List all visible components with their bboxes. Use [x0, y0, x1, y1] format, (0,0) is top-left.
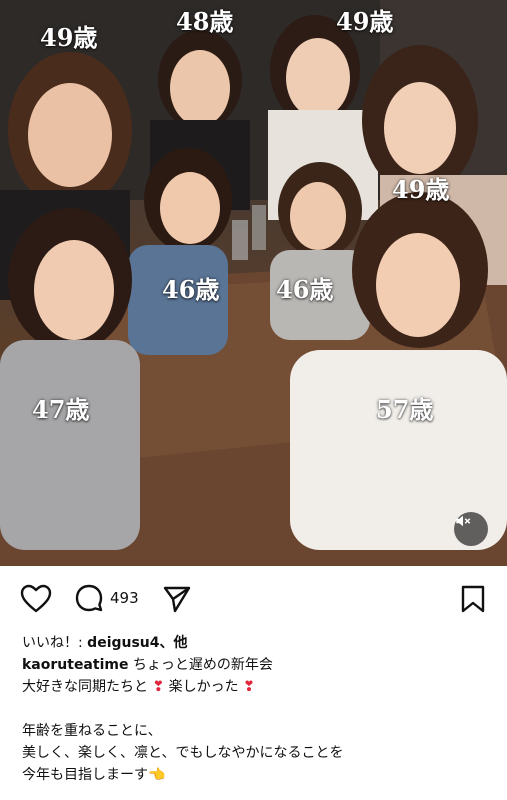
comment-button[interactable]: 493 — [74, 583, 139, 613]
share-button[interactable] — [162, 584, 192, 614]
save-button[interactable] — [460, 584, 486, 614]
post-action-bar: 493 — [0, 566, 507, 630]
photo-scene — [0, 0, 507, 566]
age-label: 46歳 — [162, 275, 220, 304]
likes-line: いいね！: deigusu4、他 — [22, 632, 492, 654]
heart-outline-icon — [20, 584, 52, 613]
likes-prefix: いいね！: — [22, 635, 88, 651]
post-caption: いいね！: deigusu4、他 kaoruteatime ちょっと遅めの新年会… — [22, 632, 492, 786]
speaker-muted-icon — [456, 515, 471, 527]
likes-suffix[interactable]: 、他 — [160, 635, 188, 651]
caption-text: 楽しかった — [164, 679, 244, 695]
likes-user-link[interactable]: deigusu4 — [87, 635, 159, 651]
like-button[interactable] — [20, 584, 52, 614]
author-username[interactable]: kaoruteatime — [22, 657, 128, 673]
age-label: 49歳 — [40, 23, 98, 52]
caption-line-2: 大好きな同期たちと ❣ 楽しかった ❣ — [22, 676, 492, 698]
send-paper-plane-icon — [163, 586, 191, 613]
caption-line-3: 年齢を重ねることに、 — [22, 723, 162, 739]
age-label: 47歳 — [32, 395, 90, 424]
caption-line-5: 今年も目指しまーす👈 — [22, 764, 492, 786]
caption-text: 今年も目指しまーす — [22, 767, 148, 783]
comment-bubble-icon — [75, 584, 103, 612]
bookmark-icon — [461, 585, 485, 613]
caption-line-4: 美しく、楽しく、凛と、でもしなやかになることを — [22, 745, 344, 761]
age-label: 48歳 — [176, 7, 234, 36]
mute-button[interactable] — [454, 512, 488, 546]
caption-text: 大好きな同期たちと — [22, 679, 153, 695]
age-label: 49歳 — [336, 7, 394, 36]
caption-line-1: kaoruteatime ちょっと遅めの新年会 — [22, 654, 492, 676]
post-photo[interactable]: 49歳 48歳 49歳 49歳 46歳 46歳 47歳 57歳 — [0, 0, 507, 566]
age-label: 57歳 — [376, 395, 434, 424]
age-label: 46歳 — [276, 275, 334, 304]
pointing-hand-emoji-icon: 👈 — [148, 767, 166, 783]
caption-text: ちょっと遅めの新年会 — [128, 657, 273, 673]
heart-emoji-icon: ❣ — [152, 679, 165, 695]
comment-count: 493 — [110, 589, 139, 607]
age-label: 49歳 — [392, 175, 450, 204]
heart-emoji-icon: ❣ — [243, 679, 255, 695]
